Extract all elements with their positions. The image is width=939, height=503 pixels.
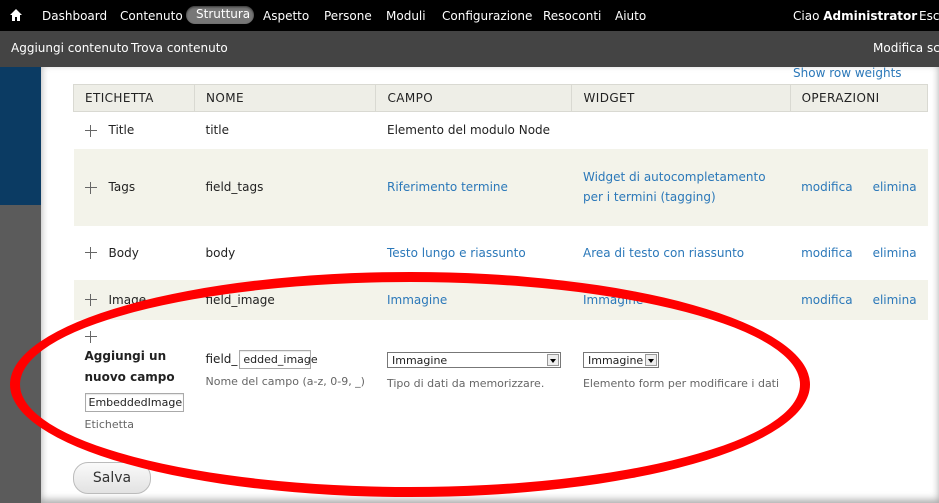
table-row: Title title Elemento del modulo Node <box>73 111 928 149</box>
toolbar-dashboard[interactable]: Dashboard <box>42 8 107 24</box>
row-widget <box>571 111 791 149</box>
field-type-selected: Immagine <box>391 353 448 367</box>
toolbar-resoconti[interactable]: Resoconti <box>543 8 601 24</box>
label-cell: Title <box>73 111 195 149</box>
row-label: Body <box>108 245 139 260</box>
home-icon[interactable] <box>9 8 23 22</box>
table-header-row: ETICHETTA NOME CAMPO WIDGET OPERAZIONI <box>73 84 929 112</box>
new-field-title: Aggiungi un nuovo campo <box>84 348 175 384</box>
add-new-field-row: Aggiungi un nuovo campo EmbeddedImage Et… <box>73 319 928 441</box>
drag-handle-icon[interactable] <box>84 124 97 137</box>
row-field-type-link[interactable]: Testo lungo e riassunto <box>387 246 526 260</box>
row-field-type: Elemento del modulo Node <box>375 111 572 149</box>
admin-toolbar: Dashboard Contenuto Struttura Aspetto Pe… <box>0 0 939 31</box>
new-field-name-input[interactable]: edded_image <box>239 349 318 369</box>
toolbar-logout[interactable]: Esci <box>919 8 939 24</box>
new-field-widget-desc: Elemento form per modificare i dati <box>582 376 780 390</box>
drag-handle-icon[interactable] <box>84 247 97 259</box>
edit-shortcuts-link[interactable]: Modifica sco <box>873 41 939 55</box>
new-field-name-cell: field_ edded_image Nome del campo (a-z, 0… <box>194 319 376 441</box>
new-field-operations <box>790 319 928 441</box>
toolbar-configurazione[interactable]: Configurazione <box>442 8 532 24</box>
row-name: body <box>194 225 376 280</box>
shortcut-find-content[interactable]: Trova contenuto <box>131 41 228 55</box>
delete-link[interactable]: elimina <box>873 180 917 194</box>
header-widget: WIDGET <box>571 84 791 112</box>
row-label: Tags <box>108 180 136 194</box>
row-operations: modifica elimina <box>790 279 928 320</box>
row-label: Image <box>108 292 147 307</box>
new-field-widget-cell: Immagine Elemento form per modificare i … <box>571 319 791 441</box>
field-type-select[interactable]: Immagine <box>386 351 561 368</box>
chevron-down-icon <box>644 353 657 366</box>
edit-link[interactable]: modifica <box>801 180 853 194</box>
toolbar-aiuto[interactable]: Aiuto <box>615 8 646 24</box>
header-nome: NOME <box>193 84 377 112</box>
save-button[interactable]: Salva <box>73 462 151 494</box>
widget-select[interactable]: Immagine <box>582 351 659 368</box>
header-operazioni: OPERAZIONI <box>789 84 929 112</box>
row-field-type-link[interactable]: Immagine <box>387 293 447 307</box>
toolbar-struttura-label: Struttura <box>196 7 251 21</box>
widget-selected: Immagine <box>587 353 644 367</box>
greeting-text: Ciao <box>793 9 820 23</box>
delete-link[interactable]: elimina <box>873 246 917 260</box>
table-row: Image field_image Immagine Immagine modi… <box>73 279 928 320</box>
new-field-label-caption: Etichetta <box>84 417 134 431</box>
field-name-prefix: field_ <box>205 351 238 366</box>
row-name: field_image <box>194 279 376 320</box>
header-etichetta: ETICHETTA <box>73 84 195 112</box>
row-widget-link[interactable]: Area di testo con riassunto <box>583 246 744 260</box>
shortcuts-bar: Aggiungi contenuto Trova contenuto Modif… <box>0 31 939 67</box>
header-campo: CAMPO <box>375 84 573 112</box>
label-cell: Image <box>73 279 195 320</box>
row-name: title <box>194 111 376 149</box>
row-label: Title <box>108 123 135 138</box>
fields-table: ETICHETTA NOME CAMPO WIDGET OPERAZIONI T… <box>73 84 929 441</box>
table-row: Tags field_tags Riferimento termine Widg… <box>73 148 928 226</box>
row-widget-link[interactable]: Widget di autocompletamento per i termin… <box>583 170 766 204</box>
new-field-label-input[interactable]: EmbeddedImage <box>84 392 184 412</box>
row-field-type-link[interactable]: Riferimento termine <box>387 180 508 194</box>
edit-link[interactable]: modifica <box>801 246 853 260</box>
toolbar-aspetto[interactable]: Aspetto <box>263 8 309 24</box>
table-row: Body body Testo lungo e riassunto Area d… <box>73 225 928 280</box>
shortcut-add-content[interactable]: Aggiungi contenuto <box>11 41 129 55</box>
chevron-down-icon <box>546 353 559 366</box>
new-field-type-cell: Immagine Tipo di dati da memorizzare. <box>375 319 572 441</box>
row-name: field_tags <box>194 148 376 226</box>
toolbar-contenuto[interactable]: Contenuto <box>120 8 183 24</box>
new-field-type-desc: Tipo di dati da memorizzare. <box>386 376 545 390</box>
toolbar-moduli[interactable]: Moduli <box>386 8 426 24</box>
new-field-label-cell: Aggiungi un nuovo campo EmbeddedImage Et… <box>73 319 195 441</box>
row-operations <box>790 111 928 149</box>
drag-handle-icon[interactable] <box>84 181 97 194</box>
delete-link[interactable]: elimina <box>873 293 917 307</box>
row-operations: modifica elimina <box>790 225 928 280</box>
label-cell: Tags <box>73 148 195 226</box>
label-cell: Body <box>73 225 195 280</box>
drag-handle-icon[interactable] <box>84 331 97 343</box>
row-operations: modifica elimina <box>790 148 928 226</box>
row-widget-link[interactable]: Immagine <box>583 293 643 307</box>
show-row-weights-link[interactable]: Show row weights <box>793 66 902 80</box>
toolbar-greeting[interactable]: Ciao Administrator <box>793 8 917 24</box>
toolbar-persone[interactable]: Persone <box>324 8 372 24</box>
new-field-name-desc: Nome del campo (a-z, 0-9, _) <box>205 374 365 388</box>
toolbar-struttura[interactable]: Struttura <box>186 6 254 24</box>
drag-handle-icon[interactable] <box>84 294 97 306</box>
edit-link[interactable]: modifica <box>801 293 853 307</box>
user-name: Administrator <box>823 9 918 23</box>
